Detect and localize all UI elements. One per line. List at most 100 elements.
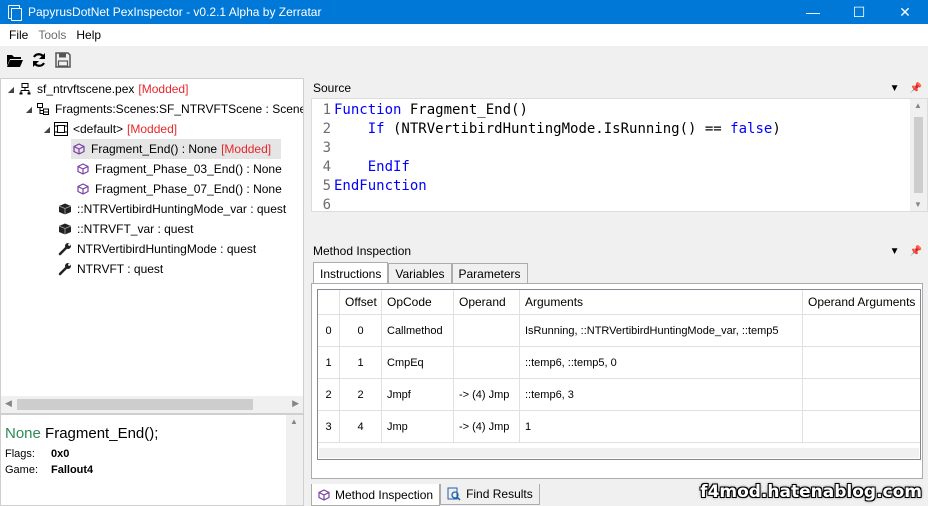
row-header[interactable]: 3	[318, 411, 340, 443]
menu-file[interactable]: File	[4, 28, 33, 42]
watermark-text: f4mod.hatenablog.com	[700, 482, 922, 502]
column-header-operand-arguments[interactable]: Operand Arguments	[803, 290, 920, 315]
bottom-tabs: Method Inspection Find Results	[311, 484, 540, 506]
toolbar	[0, 46, 928, 74]
menu-tools[interactable]: Tools	[33, 28, 71, 42]
cell-offset[interactable]: 0	[340, 315, 382, 347]
tree-item-property[interactable]: NTRVertibirdHuntingMode : quest	[57, 239, 256, 259]
reload-icon	[32, 53, 46, 67]
return-type: None	[5, 425, 41, 442]
dropdown-icon[interactable]: ▼	[890, 83, 900, 94]
tree-item-method[interactable]: Fragment_Phase_07_End() : None	[75, 179, 282, 199]
code-line: 4 EndIf	[312, 157, 410, 176]
cell-offset[interactable]: 4	[340, 411, 382, 443]
scroll-up-icon[interactable]: ▲	[290, 417, 298, 426]
tree-item-script[interactable]: ◢ Fragments:Scenes:SF_NTRVFTScene : Scen…	[23, 99, 304, 119]
cell-opcode[interactable]: Callmethod	[382, 315, 454, 347]
source-vertical-scrollbar[interactable]: ▲ ▼	[910, 99, 927, 211]
cell-operand-arguments[interactable]	[803, 411, 920, 443]
cell-offset[interactable]: 2	[340, 379, 382, 411]
tree-item-label: Fragments:Scenes:SF_NTRVFTScene : Scene	[55, 102, 304, 116]
modded-badge: [Modded]	[221, 142, 272, 156]
column-header-opcode[interactable]: OpCode	[382, 290, 454, 315]
tree-horizontal-scrollbar[interactable]: ◀ ▶	[1, 396, 303, 413]
cell-opcode[interactable]: Jmp	[382, 411, 454, 443]
app-icon	[6, 4, 22, 21]
tree-item-label: NTRVFT : quest	[77, 262, 164, 276]
tree-item-variable[interactable]: ::NTRVFT_var : quest	[57, 219, 193, 239]
scrollbar-thumb[interactable]	[17, 399, 253, 410]
tab-instructions[interactable]: Instructions	[313, 262, 389, 284]
cell-arguments[interactable]: IsRunning, ::NTRVertibirdHuntingMode_var…	[520, 315, 803, 347]
tree-item-method[interactable]: Fragment_End() : None [Modded]	[71, 139, 281, 159]
instructions-grid[interactable]: Offset OpCode Operand Arguments Operand …	[317, 289, 921, 460]
collapse-arrow-icon[interactable]: ◢	[41, 125, 53, 134]
collapse-arrow-icon[interactable]: ◢	[23, 105, 35, 114]
wrench-icon	[57, 241, 73, 257]
menu-help[interactable]: Help	[71, 28, 106, 42]
cell-operand-arguments[interactable]	[803, 315, 920, 347]
dropdown-icon[interactable]: ▼	[890, 246, 900, 257]
modded-badge: [Modded]	[138, 82, 189, 96]
pin-icon[interactable]: 📌	[910, 83, 922, 94]
scroll-up-icon[interactable]: ▲	[914, 101, 922, 110]
line-number: 4	[322, 158, 331, 175]
tree-item-state[interactable]: ◢ <default> [Modded]	[41, 119, 177, 139]
tree-item-file[interactable]: ◢ sf_ntrvftscene.pex [Modded]	[5, 79, 189, 99]
row-header[interactable]: 0	[318, 315, 340, 347]
close-button[interactable]: ✕	[882, 0, 928, 24]
cell-operand-arguments[interactable]	[803, 379, 920, 411]
window-title: PapyrusDotNet PexInspector - v0.2.1 Alph…	[28, 5, 322, 19]
variable-box-icon	[57, 221, 73, 237]
save-button[interactable]	[52, 49, 74, 71]
cell-operand[interactable]	[454, 315, 520, 347]
cell-opcode[interactable]: CmpEq	[382, 347, 454, 379]
cell-arguments[interactable]: ::temp6, 3	[520, 379, 803, 411]
scroll-down-icon[interactable]: ▼	[914, 200, 922, 209]
cell-operand[interactable]: -> (4) Jmp	[454, 379, 520, 411]
cell-operand-arguments[interactable]	[803, 347, 920, 379]
tree-item-method[interactable]: Fragment_Phase_03_End() : None	[75, 159, 282, 179]
column-header-arguments[interactable]: Arguments	[520, 290, 803, 315]
scroll-left-icon[interactable]: ◀	[5, 398, 12, 409]
instructions-panel: Offset OpCode Operand Arguments Operand …	[311, 283, 923, 479]
tab-variables[interactable]: Variables	[388, 263, 452, 284]
tree-item-variable[interactable]: ::NTRVertibirdHuntingMode_var : quest	[57, 199, 286, 219]
row-header[interactable]: 2	[318, 379, 340, 411]
minimize-button[interactable]: —	[790, 0, 836, 24]
cell-operand[interactable]	[454, 347, 520, 379]
scroll-right-icon[interactable]: ▶	[292, 398, 299, 409]
open-folder-button[interactable]	[4, 49, 26, 71]
cell-arguments[interactable]: 1	[520, 411, 803, 443]
info-vertical-scrollbar[interactable]: ▲	[286, 415, 303, 505]
reload-button[interactable]	[28, 49, 50, 71]
tree-item-label: Fragment_End() : None	[91, 142, 218, 156]
method-signature: None Fragment_End();	[5, 425, 158, 442]
source-editor[interactable]: 1 Function Fragment_End() 2 If (NTRVertibi…	[311, 98, 928, 212]
vertical-splitter[interactable]	[304, 78, 309, 506]
cell-arguments[interactable]: ::temp6, ::temp5, 0	[520, 347, 803, 379]
column-header-offset[interactable]: Offset	[340, 290, 382, 315]
wrench-icon	[57, 261, 73, 277]
tab-method-inspection[interactable]: Method Inspection	[311, 484, 441, 506]
game-row: Game: Fallout4	[5, 464, 93, 476]
tree-panel[interactable]: ◢ sf_ntrvftscene.pex [Modded] ◢ Fragment…	[0, 78, 304, 414]
grid-horizontal-scrollbar[interactable]	[319, 448, 919, 458]
pin-icon[interactable]: 📌	[910, 246, 922, 257]
collapse-arrow-icon[interactable]: ◢	[5, 85, 17, 94]
tab-parameters[interactable]: Parameters	[451, 263, 528, 284]
cell-opcode[interactable]: Jmpf	[382, 379, 454, 411]
row-header[interactable]: 1	[318, 347, 340, 379]
scrollbar-thumb[interactable]	[914, 117, 923, 193]
maximize-button[interactable]: ☐	[836, 0, 882, 24]
code-keyword: Function	[334, 101, 402, 118]
column-header-operand[interactable]: Operand	[454, 290, 520, 315]
tab-label: Method Inspection	[335, 487, 434, 502]
tab-label: Find Results	[466, 487, 533, 501]
cell-offset[interactable]: 1	[340, 347, 382, 379]
flags-value: 0x0	[51, 448, 70, 460]
tree-item-property[interactable]: NTRVFT : quest	[57, 259, 163, 279]
cell-operand[interactable]: -> (4) Jmp	[454, 411, 520, 443]
tab-find-results[interactable]: Find Results	[440, 484, 540, 505]
variable-box-icon	[57, 201, 73, 217]
